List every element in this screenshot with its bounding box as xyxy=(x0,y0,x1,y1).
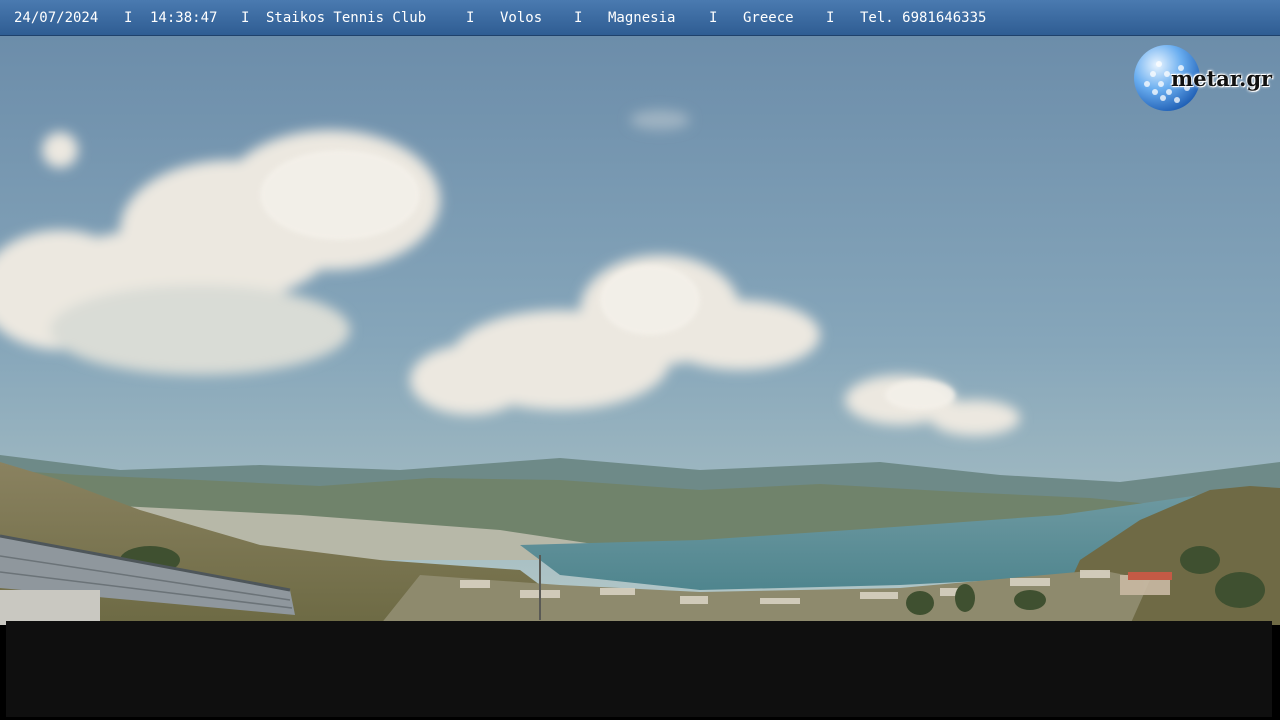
separator: I xyxy=(466,10,475,26)
separator: I xyxy=(826,10,835,26)
logo-text: metar.gr xyxy=(1171,66,1273,91)
country-name: Greece xyxy=(743,10,794,26)
info-bar: 24/07/2024 I 14:38:47 I Staikos Tennis C… xyxy=(0,0,1280,36)
phone-number: Tel. 6981646335 xyxy=(860,10,987,26)
city-name: Volos xyxy=(500,10,543,26)
time-text: 14:38:47 xyxy=(150,10,218,26)
separator: I xyxy=(574,10,583,26)
date-text: 24/07/2024 xyxy=(14,10,99,26)
separator: I xyxy=(241,10,250,26)
separator: I xyxy=(124,10,133,26)
club-name: Staikos Tennis Club xyxy=(266,10,427,26)
webcam-scene xyxy=(0,36,1280,625)
region-name: Magnesia xyxy=(608,10,676,26)
overlay-box xyxy=(6,621,1272,717)
separator: I xyxy=(709,10,718,26)
